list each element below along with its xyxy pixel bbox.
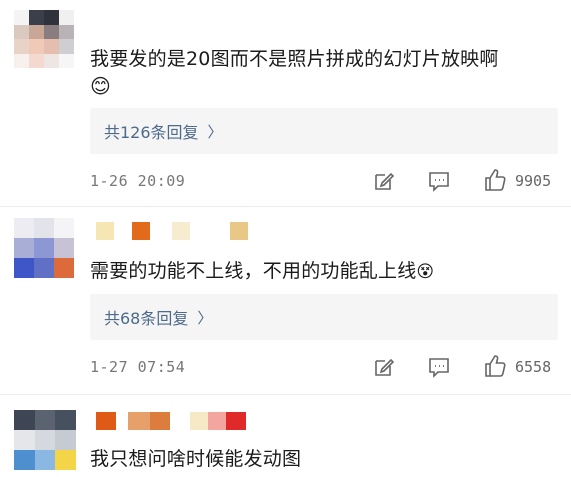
view-replies-button[interactable]: 共68条回复 〉 xyxy=(90,294,558,340)
username[interactable] xyxy=(96,222,252,242)
comment-text: 我只想问啥时候能发动图 xyxy=(90,448,302,470)
emoji-icon: 😵 xyxy=(416,262,435,282)
avatar[interactable] xyxy=(14,410,76,470)
comment-text: 需要的功能不上线，不用的功能乱上线😵 xyxy=(90,260,435,282)
edit-icon[interactable] xyxy=(373,356,395,378)
username[interactable] xyxy=(96,412,256,432)
divider xyxy=(0,206,571,207)
thumbs-up-icon[interactable] xyxy=(483,168,507,192)
chevron-right-icon: 〉 xyxy=(207,122,223,141)
divider xyxy=(0,394,571,395)
comment-text: 我要发的是20图而不是照片拼成的幻灯片放映啊 xyxy=(90,48,499,70)
replies-count-label: 共68条回复 xyxy=(104,309,189,328)
timestamp: 1-27 07:54 xyxy=(90,358,186,376)
edit-icon[interactable] xyxy=(373,170,395,192)
like-count: 9905 xyxy=(515,172,552,190)
timestamp: 1-26 20:09 xyxy=(90,172,186,190)
avatar[interactable] xyxy=(14,10,74,68)
comment-icon[interactable] xyxy=(428,170,450,192)
chevron-right-icon: 〉 xyxy=(197,308,213,327)
like-count: 6558 xyxy=(515,358,552,376)
replies-count-label: 共126条回复 xyxy=(104,123,199,142)
view-replies-button[interactable]: 共126条回复 〉 xyxy=(90,108,558,154)
avatar[interactable] xyxy=(14,218,74,278)
comment-icon[interactable] xyxy=(428,356,450,378)
emoji-icon: 😊 xyxy=(90,74,111,98)
thumbs-up-icon[interactable] xyxy=(483,354,507,378)
